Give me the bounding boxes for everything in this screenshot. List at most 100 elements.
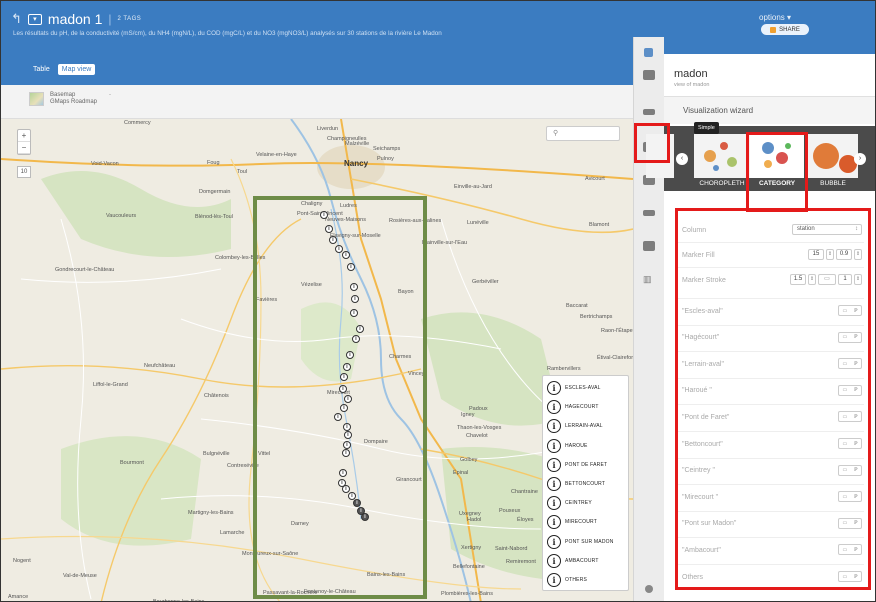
place-label: Pulnoy xyxy=(377,156,394,162)
place-label: Amance xyxy=(8,594,29,600)
tab-table[interactable]: Table xyxy=(29,64,54,75)
station-marker[interactable]: i xyxy=(343,441,351,449)
station-marker[interactable]: i xyxy=(339,469,347,477)
station-marker[interactable]: i xyxy=(343,423,351,431)
place-label: Plombières-les-Bains xyxy=(441,591,493,597)
viz-label-choropleth[interactable]: CHOROPLETH xyxy=(692,180,752,187)
station-marker[interactable]: i xyxy=(343,363,351,371)
legend-label: CEINTREY xyxy=(565,500,592,507)
map-canvas[interactable]: Commercy Liverdun Champigneulles Malzéville… xyxy=(1,119,633,601)
station-marker[interactable]: i xyxy=(320,211,328,219)
zoom-control: + − xyxy=(17,129,31,155)
station-marker[interactable]: i xyxy=(351,295,359,303)
place-label: Xertigny xyxy=(461,545,482,551)
zoom-level: 10 xyxy=(17,166,31,178)
legend-item: i MIRECOURT xyxy=(543,515,597,530)
info-icon[interactable] xyxy=(643,70,655,80)
legend-item: i LERRAIN-AVAL xyxy=(543,419,603,434)
tags-link[interactable]: 2 TAGS xyxy=(118,16,142,22)
station-marker[interactable]: i xyxy=(325,225,333,233)
place-label: Commercy xyxy=(124,120,151,126)
station-marker[interactable]: i xyxy=(329,236,337,244)
viz-label-bubble[interactable]: BUBBLE xyxy=(808,180,858,187)
place-label: Void-Vacon xyxy=(91,161,119,167)
tab-map-view[interactable]: Map view xyxy=(57,64,96,75)
station-marker[interactable]: i xyxy=(344,395,352,403)
legend-item: i HAGECOURT xyxy=(543,400,599,415)
info-marker-icon: i xyxy=(547,534,561,549)
viz-thumb-bubble[interactable] xyxy=(808,134,858,178)
legend-item: i CEINTREY xyxy=(543,496,592,511)
lock-icon xyxy=(770,26,777,33)
station-marker[interactable]: i xyxy=(347,263,355,271)
help-icon[interactable] xyxy=(645,585,653,593)
basemap-label: Basemap GMaps Roadmap xyxy=(50,92,97,106)
place-label: Remiremont xyxy=(506,559,536,565)
legend-label: HAROUE xyxy=(565,442,588,449)
station-marker[interactable]: i xyxy=(344,431,352,439)
title-row: ↰ ▾ madon 1 | 2 TAGS xyxy=(11,11,141,27)
station-marker[interactable]: i xyxy=(353,499,361,507)
place-label: Raon-l'Étape xyxy=(601,328,633,334)
legend-label: PONT SUR MADON xyxy=(565,538,614,545)
place-label: Val-de-Meuse xyxy=(63,573,97,579)
layer-color-icon[interactable] xyxy=(644,48,653,57)
station-marker[interactable]: i xyxy=(342,449,350,457)
station-marker[interactable]: i xyxy=(356,325,364,333)
place-label: Hadol xyxy=(467,517,482,523)
place-label: Saint-Nabord xyxy=(495,546,528,552)
place-label: Pouxeux xyxy=(499,508,521,514)
title-separator: | xyxy=(108,12,112,26)
legend-label: OTHERS xyxy=(565,577,588,583)
layer-title: madon xyxy=(674,68,708,80)
legend-label: PONT DE FARET xyxy=(565,461,608,468)
zoom-in-button[interactable]: + xyxy=(18,130,30,142)
station-marker[interactable]: i xyxy=(340,404,348,412)
options-menu[interactable]: options ▾ xyxy=(759,13,791,22)
share-button[interactable]: SHARE xyxy=(761,24,809,35)
legend-item: i ESCLES-AVAL xyxy=(543,381,601,395)
station-marker[interactable]: i xyxy=(339,385,347,393)
place-label: Rambervillers xyxy=(547,366,581,372)
info-marker-icon: i xyxy=(547,553,561,568)
place-label: Thaon-les-Vosges xyxy=(457,425,502,431)
view-tabs: Table Map view xyxy=(29,64,96,75)
basemap-thumbnail[interactable] xyxy=(29,92,44,106)
place-label: Velaine-en-Haye xyxy=(256,152,297,158)
place-label: Liverdun xyxy=(317,126,339,132)
place-label: Épinal xyxy=(453,470,469,476)
place-label: Avicourt xyxy=(585,176,605,182)
station-marker[interactable]: i xyxy=(361,513,369,521)
viz-thumb-choropleth[interactable] xyxy=(694,134,750,178)
page-title[interactable]: madon 1 xyxy=(48,11,102,27)
chart-icon[interactable]: ▥ xyxy=(643,274,655,284)
place-label: Seichamps xyxy=(373,146,401,152)
station-marker[interactable]: i xyxy=(352,335,360,343)
wizard-title: Visualization wizard xyxy=(683,106,754,115)
place-label: Baccarat xyxy=(566,303,588,309)
place-label: Bertrichamps xyxy=(580,314,613,320)
carousel-prev-icon[interactable]: ‹ xyxy=(676,153,688,165)
zoom-out-button[interactable]: − xyxy=(18,142,30,154)
station-marker[interactable]: i xyxy=(342,251,350,259)
back-arrow-icon[interactable]: ↰ xyxy=(11,11,22,27)
place-label: Liffol-le-Grand xyxy=(93,382,128,388)
place-label: Neufchâteau xyxy=(144,363,176,369)
legend-icon[interactable] xyxy=(643,241,655,251)
place-label: Vaucouleurs xyxy=(106,213,137,219)
station-marker[interactable]: i xyxy=(346,351,354,359)
search-input[interactable]: ⚲ xyxy=(546,126,620,141)
basemap-selector[interactable]: Basemap GMaps Roadmap - xyxy=(1,85,633,119)
css-icon[interactable] xyxy=(643,210,655,216)
legend-item: i PONT SUR MADON xyxy=(543,534,614,549)
place-label: Blamont xyxy=(589,222,610,228)
carousel-next-icon[interactable]: › xyxy=(854,153,866,165)
station-marker[interactable]: i xyxy=(350,283,358,291)
place-label: Lunéville xyxy=(467,220,489,226)
station-marker[interactable]: i xyxy=(334,413,342,421)
map-description[interactable]: Les résultats du pH, de la conductivité … xyxy=(13,30,442,37)
station-marker[interactable]: i xyxy=(340,373,348,381)
sql-icon[interactable] xyxy=(643,109,655,115)
legend-label: AMBACOURT xyxy=(565,557,599,564)
station-marker[interactable]: i xyxy=(350,309,358,317)
